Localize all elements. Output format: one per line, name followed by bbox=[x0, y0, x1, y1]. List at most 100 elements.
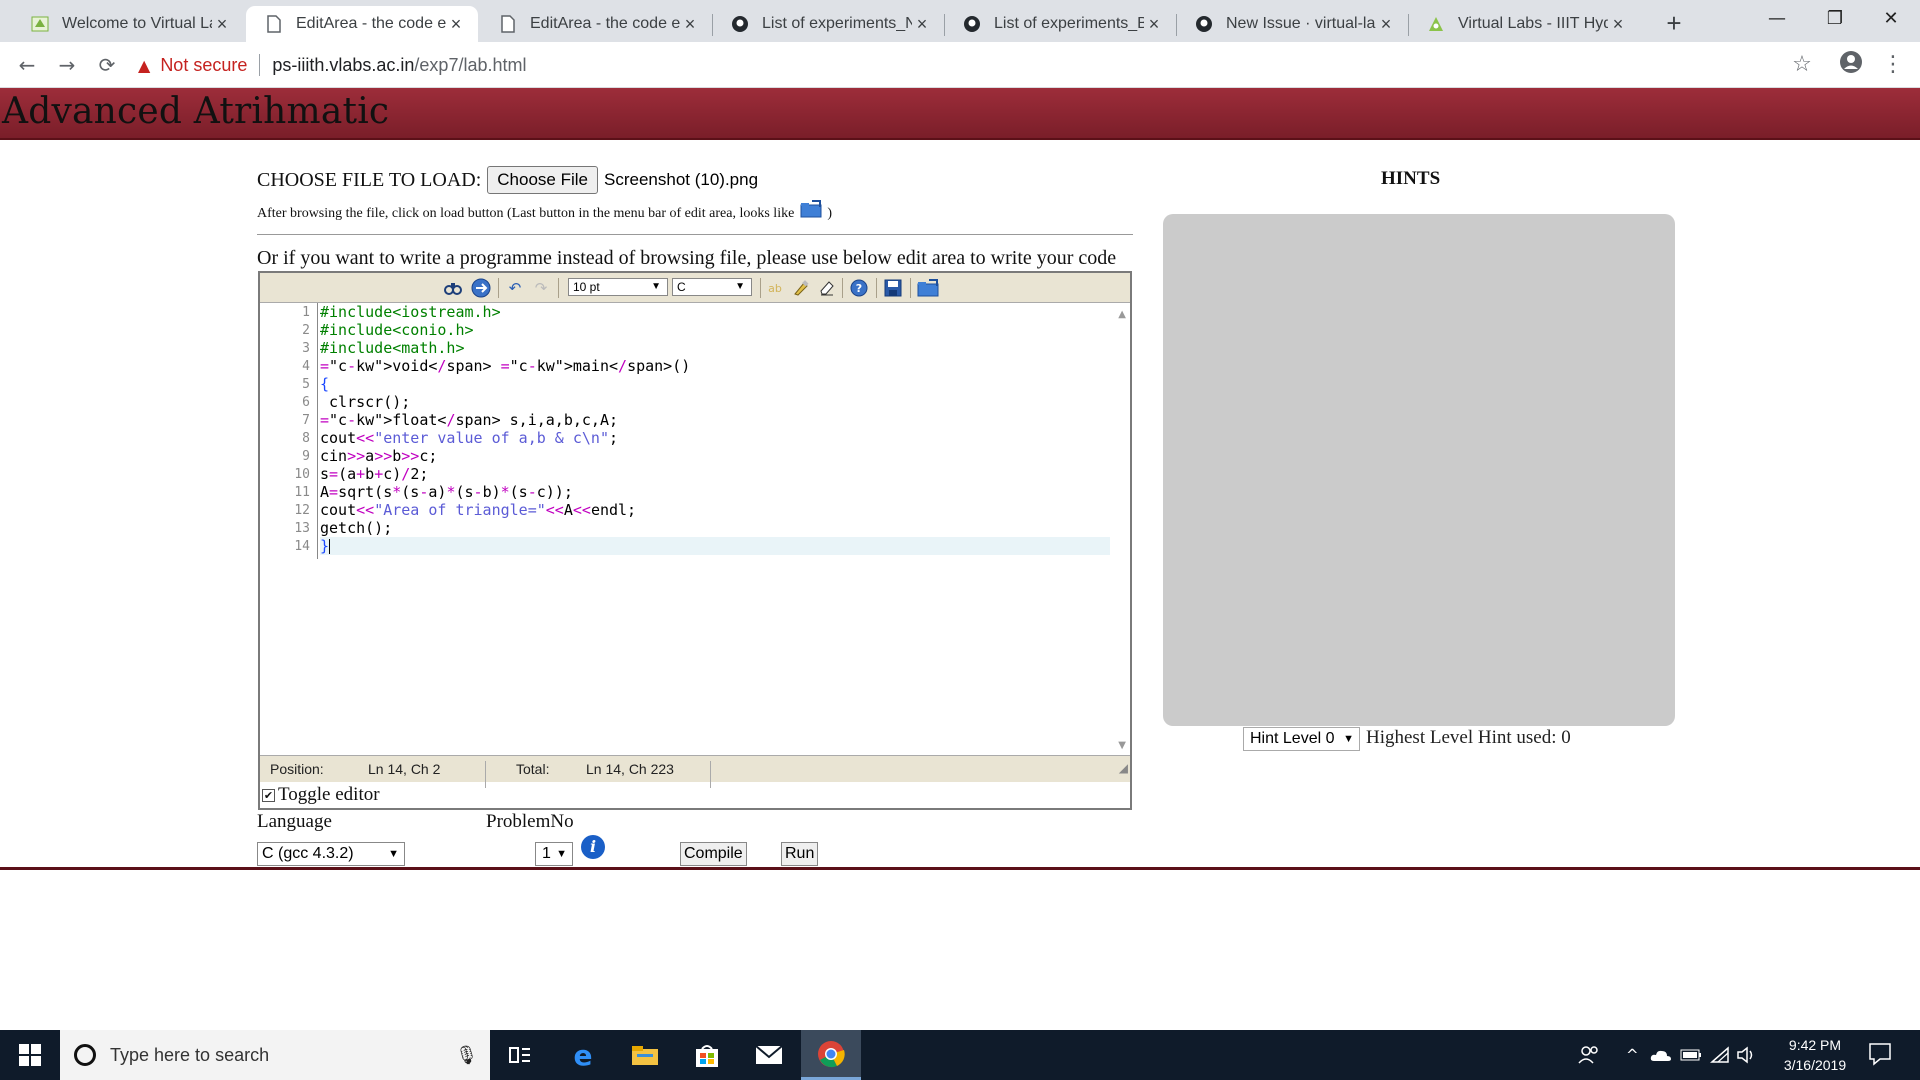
editor-text-area[interactable]: 1 2 3 4 5 6 7 8 9 10 11 12 13 14 #includ… bbox=[260, 303, 1130, 755]
people-icon[interactable] bbox=[1578, 1030, 1600, 1080]
code-lines[interactable]: #include<iostream.h> #include<conio.h> #in… bbox=[320, 303, 1110, 555]
taskbar-search-placeholder: Type here to search bbox=[110, 1044, 270, 1065]
code-line: } bbox=[320, 537, 1110, 555]
tab-welcome-virtual-lab[interactable]: Welcome to Virtual Lab × bbox=[12, 6, 244, 42]
onedrive-icon[interactable] bbox=[1650, 1030, 1672, 1080]
document-icon bbox=[264, 14, 284, 34]
reload-button[interactable]: ⟳ bbox=[92, 50, 122, 80]
windows-taskbar: Type here to search 🎙 e ^ 9:42 PM 3/16/2… bbox=[0, 1030, 1920, 1080]
show-hidden-icons-icon[interactable]: ^ bbox=[1626, 1030, 1639, 1080]
back-button[interactable]: ← bbox=[12, 50, 42, 80]
address-bar[interactable]: ▲ Not secure ps-iiith.vlabs.ac.in /exp7/… bbox=[138, 48, 1768, 82]
close-icon[interactable]: × bbox=[1144, 14, 1164, 35]
line-number: 4 bbox=[302, 359, 310, 374]
font-size-select[interactable]: 10 pt ▼ bbox=[568, 278, 668, 296]
problem-number-select[interactable]: 1 ▼ bbox=[535, 842, 573, 866]
security-label[interactable]: Not secure bbox=[160, 55, 247, 76]
syntax-select[interactable]: C ▼ bbox=[672, 278, 752, 296]
eraser-icon[interactable] bbox=[816, 278, 838, 298]
wifi-icon[interactable] bbox=[1710, 1030, 1730, 1080]
file-chooser-row: CHOOSE FILE TO LOAD: Choose File Screens… bbox=[257, 166, 758, 194]
scroll-down-icon[interactable]: ▼ bbox=[1118, 740, 1126, 751]
hint-level-select[interactable]: Hint Level 0 ▼ bbox=[1243, 727, 1360, 751]
help-icon[interactable]: ? bbox=[848, 278, 870, 298]
search-icon[interactable] bbox=[442, 278, 464, 298]
load-file-icon[interactable] bbox=[916, 278, 942, 298]
taskbar-search[interactable]: Type here to search 🎙 bbox=[60, 1030, 490, 1080]
problem-number-label: ProblemNo bbox=[486, 811, 574, 832]
close-icon[interactable]: × bbox=[446, 14, 466, 35]
line-number: 8 bbox=[302, 431, 310, 446]
code-line: #include<iostream.h> bbox=[320, 303, 501, 321]
highlight-icon[interactable]: ab bbox=[764, 278, 786, 298]
close-icon[interactable]: × bbox=[1608, 14, 1628, 35]
store-icon[interactable] bbox=[677, 1030, 737, 1080]
close-window-button[interactable]: ✕ bbox=[1862, 0, 1920, 38]
choose-file-label: CHOOSE FILE TO LOAD: bbox=[257, 168, 482, 191]
close-icon[interactable]: × bbox=[212, 14, 232, 35]
run-button[interactable]: Run bbox=[781, 842, 819, 866]
position-label: Position: bbox=[270, 761, 324, 777]
toolbar-divider bbox=[558, 278, 559, 298]
tab-virtual-labs-iiit[interactable]: Virtual Labs - IIIT Hyde × bbox=[1408, 6, 1640, 42]
tab-github-experiments-nu[interactable]: List of experiments_Nu × bbox=[712, 6, 944, 42]
code-line: cout<<"Area of triangle="<<A<<endl; bbox=[320, 501, 637, 519]
compile-button[interactable]: Compile bbox=[680, 842, 747, 866]
volume-icon[interactable] bbox=[1736, 1030, 1756, 1080]
toggle-editor-checkbox[interactable]: ✔ bbox=[262, 788, 275, 802]
task-view-icon[interactable] bbox=[490, 1030, 550, 1080]
chevron-down-icon: ▼ bbox=[735, 281, 745, 292]
choose-file-button[interactable]: Choose File bbox=[487, 166, 598, 194]
microphone-icon[interactable]: 🎙 bbox=[455, 1045, 478, 1066]
reset-highlight-icon[interactable] bbox=[790, 278, 812, 298]
windows-logo-icon bbox=[19, 1044, 41, 1066]
new-tab-button[interactable]: + bbox=[1656, 6, 1692, 42]
mail-icon[interactable] bbox=[739, 1030, 799, 1080]
close-icon[interactable]: × bbox=[912, 14, 932, 35]
code-line: cout<<"enter value of a,b & c\n"; bbox=[320, 429, 619, 447]
code-line: clrscr(); bbox=[320, 393, 411, 411]
toggle-editor-row[interactable]: ✔ Toggle editor bbox=[262, 784, 380, 806]
bookmark-star-icon[interactable]: ☆ bbox=[1787, 50, 1817, 80]
line-number: 1 bbox=[302, 305, 310, 320]
close-icon[interactable]: × bbox=[1376, 14, 1396, 35]
editor-status-bar: Position: Ln 14, Ch 2 Total: Ln 14, Ch 2… bbox=[260, 755, 1130, 788]
action-center-icon[interactable] bbox=[1868, 1042, 1894, 1068]
tab-editarea-active[interactable]: EditArea - the code edi × bbox=[246, 6, 478, 42]
forward-button[interactable]: → bbox=[52, 50, 82, 80]
total-value: Ln 14, Ch 223 bbox=[586, 761, 674, 777]
language-select[interactable]: C (gcc 4.3.2) ▼ bbox=[257, 842, 405, 866]
maximize-button[interactable]: ❐ bbox=[1806, 0, 1864, 38]
line-numbers: 1 2 3 4 5 6 7 8 9 10 11 12 13 14 bbox=[260, 303, 316, 563]
github-icon bbox=[730, 14, 750, 34]
browser-toolbar: ← → ⟳ ▲ Not secure ps-iiith.vlabs.ac.in … bbox=[0, 42, 1920, 88]
browser-tab-strip: Welcome to Virtual Lab × EditArea - the … bbox=[0, 0, 1920, 42]
undo-icon[interactable]: ↶ bbox=[504, 278, 526, 298]
profile-avatar[interactable] bbox=[1836, 50, 1866, 80]
taskbar-clock[interactable]: 9:42 PM 3/16/2019 bbox=[1760, 1035, 1870, 1075]
address-separator bbox=[259, 54, 261, 76]
close-icon[interactable]: × bbox=[680, 14, 700, 35]
tab-github-new-issue[interactable]: New Issue · virtual-labs × bbox=[1176, 6, 1408, 42]
chevron-down-icon: ▼ bbox=[651, 281, 661, 292]
tab-editarea[interactable]: EditArea - the code edi × bbox=[480, 6, 712, 42]
code-line: { bbox=[320, 375, 330, 393]
info-icon[interactable]: i bbox=[581, 835, 605, 859]
minimize-button[interactable]: — bbox=[1748, 0, 1806, 38]
line-number: 10 bbox=[294, 467, 310, 482]
go-to-line-icon[interactable] bbox=[470, 278, 492, 298]
resize-handle-icon[interactable]: ◢ bbox=[1119, 761, 1128, 780]
virtual-labs-icon bbox=[1426, 14, 1446, 34]
scroll-up-icon[interactable]: ▲ bbox=[1118, 309, 1126, 320]
hints-title: HINTS bbox=[1381, 168, 1441, 189]
redo-icon[interactable]: ↷ bbox=[530, 278, 552, 298]
font-size-value: 10 pt bbox=[573, 280, 600, 294]
start-button[interactable] bbox=[0, 1030, 60, 1080]
browser-menu-icon[interactable]: ⋮ bbox=[1878, 50, 1908, 80]
file-explorer-icon[interactable] bbox=[615, 1030, 675, 1080]
tab-github-experiments-be[interactable]: List of experiments_Be × bbox=[944, 6, 1176, 42]
battery-icon[interactable] bbox=[1680, 1030, 1702, 1080]
edge-icon[interactable]: e bbox=[553, 1030, 613, 1080]
save-icon[interactable] bbox=[882, 278, 904, 298]
chrome-icon[interactable] bbox=[801, 1030, 861, 1080]
